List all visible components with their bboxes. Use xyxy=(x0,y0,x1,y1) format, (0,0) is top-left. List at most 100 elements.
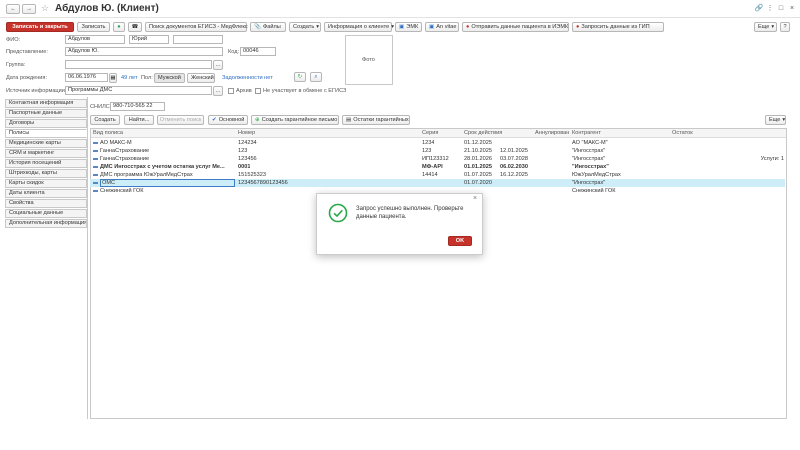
cell-date-to: 03.07.2028 xyxy=(500,156,528,162)
source-label: Источник информации: xyxy=(6,88,67,94)
plus-circle-icon: ⊕ xyxy=(255,117,260,123)
dialog-message-line1: Запрос успешно выполнен. Проверьте xyxy=(356,206,464,212)
search-egisz-button[interactable]: Поиск документов ЕГИСЗ - МедФлекс xyxy=(145,22,248,32)
back-button[interactable]: ← xyxy=(6,4,20,14)
chevron-down-icon: ▾ xyxy=(782,117,786,123)
link-icon[interactable]: 🔗 xyxy=(754,4,764,14)
sidebar-item[interactable]: Контактная информация xyxy=(5,99,87,108)
sidebar-item[interactable]: Социальные данные xyxy=(5,209,87,218)
policy-cancel-search-button[interactable]: Отменить поиск xyxy=(157,115,204,125)
representation-field[interactable]: Абдулов Ю. xyxy=(65,47,223,56)
cell-series: МФ-API xyxy=(422,164,443,170)
sidebar-item[interactable]: Даты клиента xyxy=(5,189,87,198)
sex-female-toggle[interactable]: Женский xyxy=(187,73,215,83)
column-header[interactable]: Контрагент xyxy=(572,129,601,137)
sex-male-toggle[interactable]: Мужской xyxy=(154,73,185,83)
request-gip-label: Запросить данные из ГИП xyxy=(581,24,650,30)
cell-type: АО МАКС-М xyxy=(100,140,132,146)
calendar-icon: ▦ xyxy=(110,75,116,81)
birthdate-field[interactable]: 06.06.1976 xyxy=(65,73,108,82)
request-gip-button[interactable]: ● Запросить данные из ГИП xyxy=(572,22,664,32)
column-header[interactable]: Серия xyxy=(422,129,438,137)
archive-checkbox[interactable] xyxy=(228,88,234,94)
save-close-button[interactable]: Записать и закрыть xyxy=(6,22,74,32)
send-iemk-button[interactable]: ● Отправить данные пациента в ИЭМК xyxy=(462,22,569,32)
search-icon: ⌕ xyxy=(314,74,318,80)
more-icon[interactable]: ⋮ xyxy=(765,4,775,14)
client-info-dropdown-button[interactable]: Информация о клиенте ▾ xyxy=(324,22,394,32)
policy-more-button[interactable]: Еще ▾ xyxy=(765,115,786,125)
first-name-field[interactable]: Юрий xyxy=(129,35,169,44)
emk-label: ЭМК xyxy=(406,24,419,30)
request-icon: ● xyxy=(576,24,580,30)
refresh-button[interactable]: ↻ xyxy=(294,72,306,82)
forward-button[interactable]: → xyxy=(22,4,36,14)
sidebar-item[interactable]: CRM и маркетинг xyxy=(5,149,87,158)
anvitae-button[interactable]: ▣ An vitae xyxy=(425,22,459,32)
column-header[interactable]: Номер xyxy=(238,129,255,137)
favorite-star-icon[interactable]: ☆ xyxy=(41,3,49,14)
group-select-button[interactable]: … xyxy=(213,60,223,70)
cell-date-to: 16.12.2025 xyxy=(500,172,528,178)
maximize-icon[interactable]: □ xyxy=(776,4,786,14)
sidebar-item[interactable]: Штрихкоды, карты xyxy=(5,169,87,178)
status-button[interactable]: ● xyxy=(113,22,125,32)
main-label: Основной xyxy=(218,117,245,123)
column-header[interactable]: Остаток xyxy=(672,129,693,137)
cell-date-from: 21.10.2025 xyxy=(464,148,492,154)
table-row[interactable] xyxy=(90,139,785,147)
create-dropdown-button[interactable]: Создать ▾ xyxy=(289,22,321,32)
code-field[interactable]: 00046 xyxy=(240,47,276,56)
policy-row-icon xyxy=(93,190,98,192)
sidebar-item[interactable]: Паспортные данные xyxy=(5,109,87,118)
close-icon[interactable]: × xyxy=(787,4,797,14)
phone-button[interactable]: ☎ xyxy=(128,22,142,32)
search-button[interactable]: ⌕ xyxy=(310,72,322,82)
policy-main-button[interactable]: ✔ Основной xyxy=(208,115,248,125)
middle-name-field[interactable] xyxy=(173,35,223,44)
policy-find-button[interactable]: Найти... xyxy=(124,115,154,125)
group-label: Группа: xyxy=(6,62,26,68)
age-text: 49 лет xyxy=(121,75,138,81)
sidebar-item[interactable]: История посещений xyxy=(5,159,87,168)
last-name-field[interactable]: Абдулов xyxy=(65,35,125,44)
archive-label: Архив xyxy=(236,88,252,94)
help-button[interactable]: ? xyxy=(780,22,790,32)
guarantee-label: Создать гарантийное письмо xyxy=(261,117,338,123)
sidebar-item[interactable]: Медицинские карты xyxy=(5,139,87,148)
success-check-icon xyxy=(328,203,348,223)
column-header[interactable]: Аннулирован xyxy=(535,129,569,137)
more-button[interactable]: Еще ▾ xyxy=(754,22,777,32)
no-exchange-checkbox[interactable] xyxy=(255,88,261,94)
create-label: Создать xyxy=(293,24,315,30)
guarantee-letter-button[interactable]: ⊕ Создать гарантийное письмо xyxy=(251,115,339,125)
policy-row-icon xyxy=(93,150,98,152)
save-button[interactable]: Записать xyxy=(77,22,110,32)
files-label: Файлы xyxy=(262,24,281,30)
cell-type: ДМС Ингосстрах с учетом остатка услуг Ме… xyxy=(100,164,225,170)
column-header[interactable]: Срок действия xyxy=(464,129,502,137)
group-field[interactable] xyxy=(65,60,212,69)
source-field[interactable]: Программы ДМС xyxy=(65,86,212,95)
client-info-label: Информация о клиенте xyxy=(328,24,390,30)
source-select-button[interactable]: … xyxy=(213,86,223,96)
cell-date-from: 28.01.2026 xyxy=(464,156,492,162)
policy-create-button[interactable]: Создать xyxy=(90,115,120,125)
calendar-button[interactable]: ▦ xyxy=(109,73,117,83)
sidebar-item[interactable]: Свойства xyxy=(5,199,87,208)
sidebar-item[interactable]: Полисы xyxy=(5,129,87,138)
sidebar-item[interactable]: Дополнительная информация xyxy=(5,219,87,228)
guarantee-remains-button[interactable]: ▤ Остатки гарантийных xyxy=(342,115,410,125)
cell-contractor: "Ингосстрах" xyxy=(572,156,606,162)
table-row[interactable] xyxy=(90,147,785,155)
sidebar-item[interactable]: Карты скидок xyxy=(5,179,87,188)
debt-link[interactable]: Задолженности нет xyxy=(222,74,273,82)
cell-date-from: 01.12.2025 xyxy=(464,140,492,146)
sidebar-item[interactable]: Договоры xyxy=(5,119,87,128)
dialog-close-icon[interactable]: × xyxy=(473,195,477,202)
files-button[interactable]: 📎 Файлы xyxy=(250,22,286,32)
column-header[interactable]: Вид полиса xyxy=(93,129,123,137)
snils-field[interactable]: 980-710-565 22 xyxy=(110,102,165,111)
dialog-ok-button[interactable]: OK xyxy=(448,236,472,246)
emk-button[interactable]: ▣ ЭМК xyxy=(395,22,422,32)
